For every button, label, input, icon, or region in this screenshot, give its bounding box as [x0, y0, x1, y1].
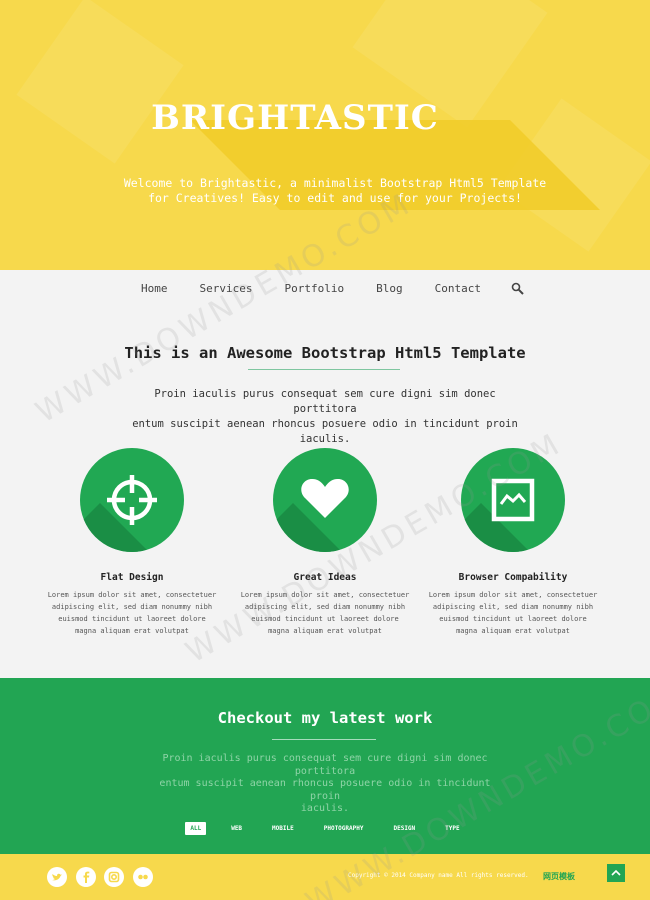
feature-great-ideas: Great Ideas Lorem ipsum dolor sit amet, …: [235, 448, 415, 637]
portfolio-filters: ALL WEB MOBILE PHOTOGRAPHY DESIGN TYPE: [0, 822, 650, 835]
feature-text-line: adipiscing elit, sed diam nonummy nibh: [51, 603, 213, 611]
feature-text: Lorem ipsum dolor sit amet, consectetuer…: [42, 589, 222, 637]
heart-icon: [301, 478, 349, 518]
feature-text-line: euismod tincidunt ut laoreet dolore: [439, 615, 587, 623]
browser-chart-icon: [491, 478, 535, 522]
feature-icon-circle: [80, 448, 184, 552]
feature-icon-circle: [461, 448, 565, 552]
hero-tagline-line: for Creatives! Easy to edit and use for …: [148, 191, 522, 205]
nav-item-contact[interactable]: Contact: [435, 282, 481, 295]
filter-photography[interactable]: PHOTOGRAPHY: [319, 822, 369, 835]
feature-text: Lorem ipsum dolor sit amet, consectetuer…: [235, 589, 415, 637]
hero-banner: BRIGHTASTIC Welcome to Brightastic, a mi…: [0, 0, 650, 270]
feature-title: Flat Design: [100, 572, 164, 583]
feature-icon-circle: [273, 448, 377, 552]
feature-flat-design: Flat Design Lorem ipsum dolor sit amet, …: [42, 448, 222, 637]
portfolio-text-line: entum suscipit aenean rhoncus posuere od…: [159, 778, 491, 802]
feature-title: Great Ideas: [293, 572, 357, 583]
hero-tagline-line: Welcome to Brightastic, a minimalist Boo…: [123, 176, 547, 190]
feature-text-line: euismod tincidunt ut laoreet dolore: [251, 615, 399, 623]
intro-text-line: Proin iaculis purus consequat sem cure d…: [154, 388, 496, 415]
copyright-text: Copyright © 2014 Company name All rights…: [348, 872, 529, 879]
feature-text: Lorem ipsum dolor sit amet, consectetuer…: [423, 589, 603, 637]
feature-text-line: adipiscing elit, sed diam nonummy nibh: [432, 603, 594, 611]
filter-mobile[interactable]: MOBILE: [267, 822, 299, 835]
footer: Copyright © 2014 Company name All rights…: [0, 854, 650, 900]
main-navigation: Home Services Portfolio Blog Contact: [0, 270, 650, 306]
portfolio-text-line: Proin iaculis purus consequat sem cure d…: [162, 753, 488, 777]
nav-item-portfolio[interactable]: Portfolio: [285, 282, 345, 295]
portfolio-text-line: iaculis.: [300, 803, 350, 814]
filter-web[interactable]: WEB: [226, 822, 247, 835]
nav-item-services[interactable]: Services: [200, 282, 253, 295]
flickr-icon[interactable]: [133, 867, 153, 887]
nav-item-blog[interactable]: Blog: [376, 282, 403, 295]
feature-browser-compability: Browser Compability Lorem ipsum dolor si…: [423, 448, 603, 637]
twitter-icon[interactable]: [47, 867, 67, 887]
feature-text-line: magna aliquam erat volutpat: [75, 627, 189, 635]
portfolio-section: Checkout my latest work Proin iaculis pu…: [0, 678, 650, 854]
feature-text-line: Lorem ipsum dolor sit amet, consectetuer: [47, 591, 217, 599]
portfolio-title: Checkout my latest work: [217, 709, 433, 727]
divider: [248, 369, 400, 370]
divider: [272, 739, 376, 740]
filter-all[interactable]: ALL: [185, 822, 207, 835]
filter-type[interactable]: TYPE: [440, 822, 464, 835]
back-to-top-button[interactable]: [607, 864, 625, 882]
instagram-icon[interactable]: [104, 867, 124, 887]
feature-title: Browser Compability: [458, 572, 568, 583]
filter-design[interactable]: DESIGN: [388, 822, 420, 835]
feature-text-line: Lorem ipsum dolor sit amet, consectetuer: [240, 591, 410, 599]
facebook-icon[interactable]: [76, 867, 96, 887]
intro-text: Proin iaculis purus consequat sem cure d…: [125, 387, 525, 447]
site-brand-link[interactable]: 网页模板: [543, 871, 575, 882]
feature-text-line: euismod tincidunt ut laoreet dolore: [58, 615, 206, 623]
portfolio-text: Proin iaculis purus consequat sem cure d…: [145, 753, 505, 816]
feature-text-line: Lorem ipsum dolor sit amet, consectetuer: [428, 591, 598, 599]
search-icon[interactable]: [511, 281, 525, 295]
feature-text-line: magna aliquam erat volutpat: [268, 627, 382, 635]
target-icon: [107, 475, 157, 525]
feature-text-line: adipiscing elit, sed diam nonummy nibh: [244, 603, 406, 611]
nav-item-home[interactable]: Home: [141, 282, 168, 295]
feature-text-line: magna aliquam erat volutpat: [456, 627, 570, 635]
hero-pattern: [16, 0, 184, 164]
intro-text-line: entum suscipit aenean rhoncus posuere od…: [132, 418, 518, 445]
intro-title: This is an Awesome Bootstrap Html5 Templ…: [124, 344, 526, 362]
hero-tagline: Welcome to Brightastic, a minimalist Boo…: [120, 176, 550, 206]
brand-logo-text[interactable]: BRIGHTASTIC: [0, 98, 590, 138]
arrow-up-icon: [611, 869, 621, 876]
